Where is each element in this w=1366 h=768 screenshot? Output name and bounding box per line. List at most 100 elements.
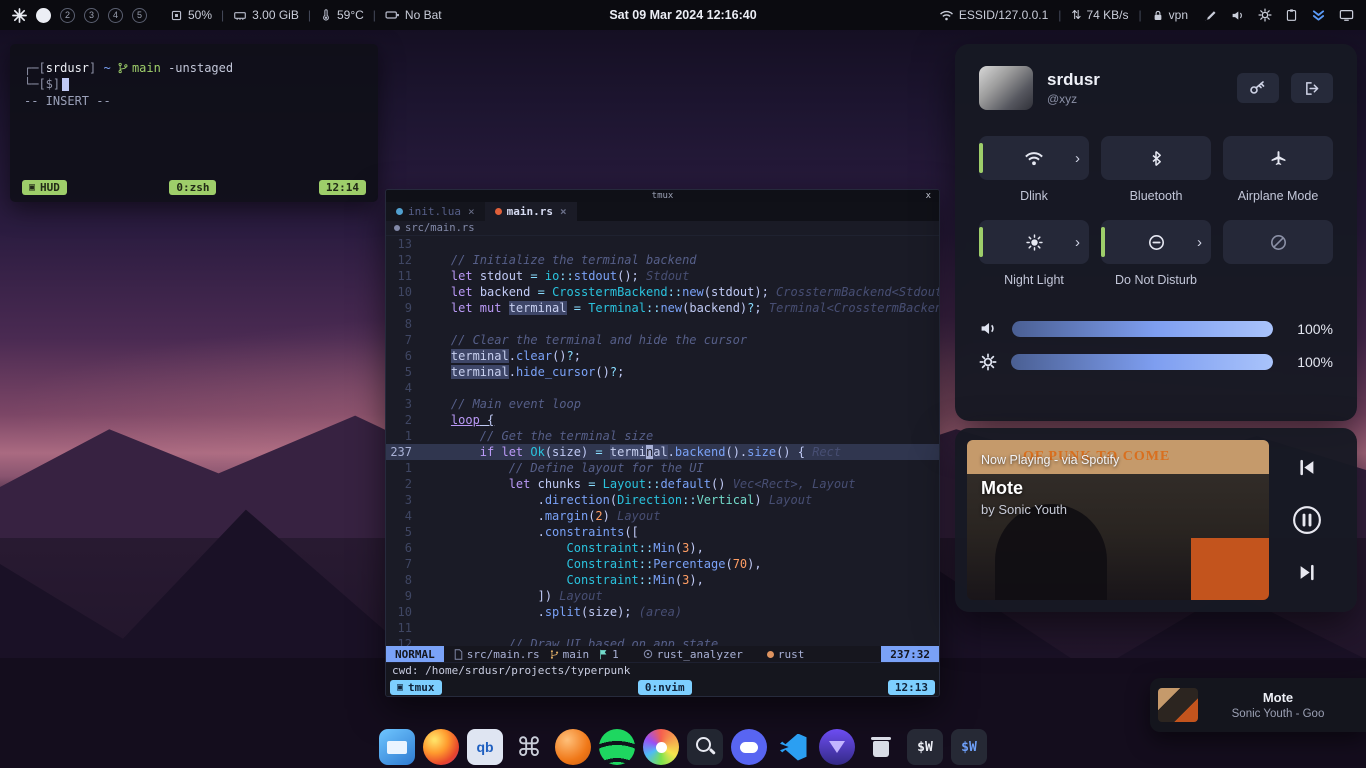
toggle-dnd[interactable] — [1101, 220, 1211, 264]
code-line[interactable]: 5 .constraints([ — [386, 524, 939, 540]
gear-icon[interactable] — [1258, 8, 1272, 22]
trash-icon[interactable] — [863, 729, 899, 765]
monitor-icon[interactable] — [1339, 8, 1354, 22]
chevron-right-icon[interactable] — [1197, 235, 1202, 250]
code-line[interactable]: 1 // Define layout for the UI — [386, 460, 939, 476]
code-text: terminal.clear()?; — [422, 348, 939, 364]
hud-label: HUD — [40, 181, 60, 194]
line-number: 8 — [386, 572, 422, 588]
code-line[interactable]: 11 — [386, 620, 939, 636]
vpn-status[interactable]: vpn — [1152, 8, 1188, 22]
code-line[interactable]: 12 // Initialize the terminal backend — [386, 252, 939, 268]
workspace-active[interactable] — [36, 8, 51, 23]
network-speed[interactable]: 74 KB/s — [1071, 8, 1128, 22]
code-text: .split(size); (area) — [422, 604, 939, 620]
file-manager-icon[interactable] — [379, 729, 415, 765]
code-line[interactable]: 3 .direction(Direction::Vertical) Layout — [386, 492, 939, 508]
clipboard-icon[interactable] — [1285, 8, 1298, 22]
code-line[interactable]: 4 — [386, 380, 939, 396]
window-titlebar[interactable]: tmuxx — [386, 190, 939, 202]
close-window-icon[interactable]: x — [926, 190, 931, 202]
battery-icon — [385, 9, 400, 21]
code-text: loop { — [422, 412, 939, 428]
chevron-right-icon[interactable] — [1075, 235, 1080, 250]
code-line[interactable]: 10 .split(size); (area) — [386, 604, 939, 620]
tmux-badge[interactable]: tmux — [390, 680, 442, 695]
code-line[interactable]: 12 // Draw UI based on app state — [386, 636, 939, 646]
discord-icon[interactable] — [731, 729, 767, 765]
clock[interactable]: Sat 09 Mar 2024 12:16:40 — [609, 8, 756, 22]
volume-slider-row: 100% — [979, 320, 1333, 337]
code-line[interactable]: 11 let stdout = io::stdout(); Stdout — [386, 268, 939, 284]
logout-button[interactable] — [1291, 73, 1333, 103]
firefox-icon[interactable] — [423, 729, 459, 765]
code-line[interactable]: 237 if let Ok(size) = terminal.backend()… — [386, 444, 939, 460]
hud-badge[interactable]: HUD — [22, 180, 67, 195]
tab-main-rs[interactable]: main.rs × — [485, 202, 577, 221]
workspace-2[interactable]: 2 — [60, 8, 75, 23]
key-button[interactable] — [1237, 73, 1279, 103]
code-line[interactable]: 2 loop { — [386, 412, 939, 428]
code-buffer[interactable]: 1312 // Initialize the terminal backend1… — [386, 236, 939, 646]
workspace-3[interactable]: 3 — [84, 8, 99, 23]
chevron-right-icon[interactable] — [1075, 151, 1080, 166]
workspace-5[interactable]: 5 — [132, 8, 147, 23]
toggle-wifi[interactable] — [979, 136, 1089, 180]
dollar-w-light-icon[interactable]: $W — [907, 729, 943, 765]
next-track-button[interactable] — [1298, 564, 1316, 581]
session-badge[interactable]: 0:zsh — [169, 180, 216, 195]
prompt-line-2: └─[$] — [24, 76, 364, 92]
toggle-nightlight[interactable] — [979, 220, 1089, 264]
toggle-airplane[interactable] — [1223, 136, 1333, 180]
code-line[interactable]: 8 Constraint::Min(3), — [386, 572, 939, 588]
speaker-icon[interactable] — [1230, 9, 1245, 22]
code-line[interactable]: 7 Constraint::Percentage(70), — [386, 556, 939, 572]
toggle-bluetooth[interactable] — [1101, 136, 1211, 180]
photos-icon[interactable] — [643, 729, 679, 765]
proton-icon[interactable] — [819, 729, 855, 765]
tmux-window[interactable]: tmuxx init.lua × main.rs × src/main.rs 1… — [385, 189, 940, 697]
code-line[interactable]: 3 // Main event loop — [386, 396, 939, 412]
tmux-session-badge[interactable]: 0:nvim — [638, 680, 692, 695]
vscode-icon[interactable] — [775, 729, 811, 765]
close-tab-icon[interactable]: × — [560, 205, 567, 218]
code-line[interactable]: 13 — [386, 236, 939, 252]
magnifier-icon[interactable] — [687, 729, 723, 765]
topbar: 2 3 4 5 50% | 3.00 GiB | 59°C | — [0, 0, 1366, 30]
code-line[interactable]: 7 // Clear the terminal and hide the cur… — [386, 332, 939, 348]
workspace-4[interactable]: 4 — [108, 8, 123, 23]
close-tab-icon[interactable]: × — [468, 205, 475, 218]
code-line[interactable]: 6 Constraint::Min(3), — [386, 540, 939, 556]
code-line[interactable]: 8 — [386, 316, 939, 332]
code-line[interactable]: 10 let backend = CrosstermBackend::new(s… — [386, 284, 939, 300]
battery-value: No Bat — [405, 8, 442, 22]
code-line[interactable]: 6 terminal.clear()?; — [386, 348, 939, 364]
volume-slider[interactable] — [1012, 321, 1273, 337]
code-line[interactable]: 9 ]) Layout — [386, 588, 939, 604]
wifi-stat[interactable]: ESSID/127.0.0.1 — [939, 8, 1048, 22]
code-line[interactable]: 9 let mut terminal = Terminal::new(backe… — [386, 300, 939, 316]
now-playing-label: Now Playing - via Spotify — [981, 453, 1119, 467]
spotify-icon[interactable] — [599, 729, 635, 765]
dollar-w-blue-icon[interactable]: $W — [951, 729, 987, 765]
knot-icon[interactable] — [511, 729, 547, 765]
terminal-window[interactable]: ┌─[srdusr] ~ main -unstaged └─[$] -- INS… — [10, 44, 378, 202]
qutebrowser-icon[interactable]: qb — [467, 729, 503, 765]
toggle-blocked[interactable] — [1223, 220, 1333, 264]
jdownloader-icon[interactable] — [555, 729, 591, 765]
code-line[interactable]: 5 terminal.hide_cursor()?; — [386, 364, 939, 380]
distro-logo-icon[interactable] — [12, 8, 27, 23]
line-number: 4 — [386, 380, 422, 396]
code-line[interactable]: 1 // Get the terminal size — [386, 428, 939, 444]
avatar[interactable] — [979, 66, 1033, 110]
previous-track-button[interactable] — [1298, 459, 1316, 476]
chevron-double-down-icon[interactable] — [1311, 9, 1326, 22]
theme-brush-icon[interactable] — [1203, 8, 1217, 22]
code-line[interactable]: 2 let chunks = Layout::default() Vec<Rec… — [386, 476, 939, 492]
toggle-label-blocked — [1223, 273, 1333, 288]
brightness-slider[interactable] — [1011, 354, 1273, 370]
code-line[interactable]: 4 .margin(2) Layout — [386, 508, 939, 524]
notification[interactable]: Mote Sonic Youth - Goo — [1150, 678, 1366, 732]
tab-init-lua[interactable]: init.lua × — [386, 202, 485, 221]
pause-button[interactable] — [1292, 505, 1322, 535]
